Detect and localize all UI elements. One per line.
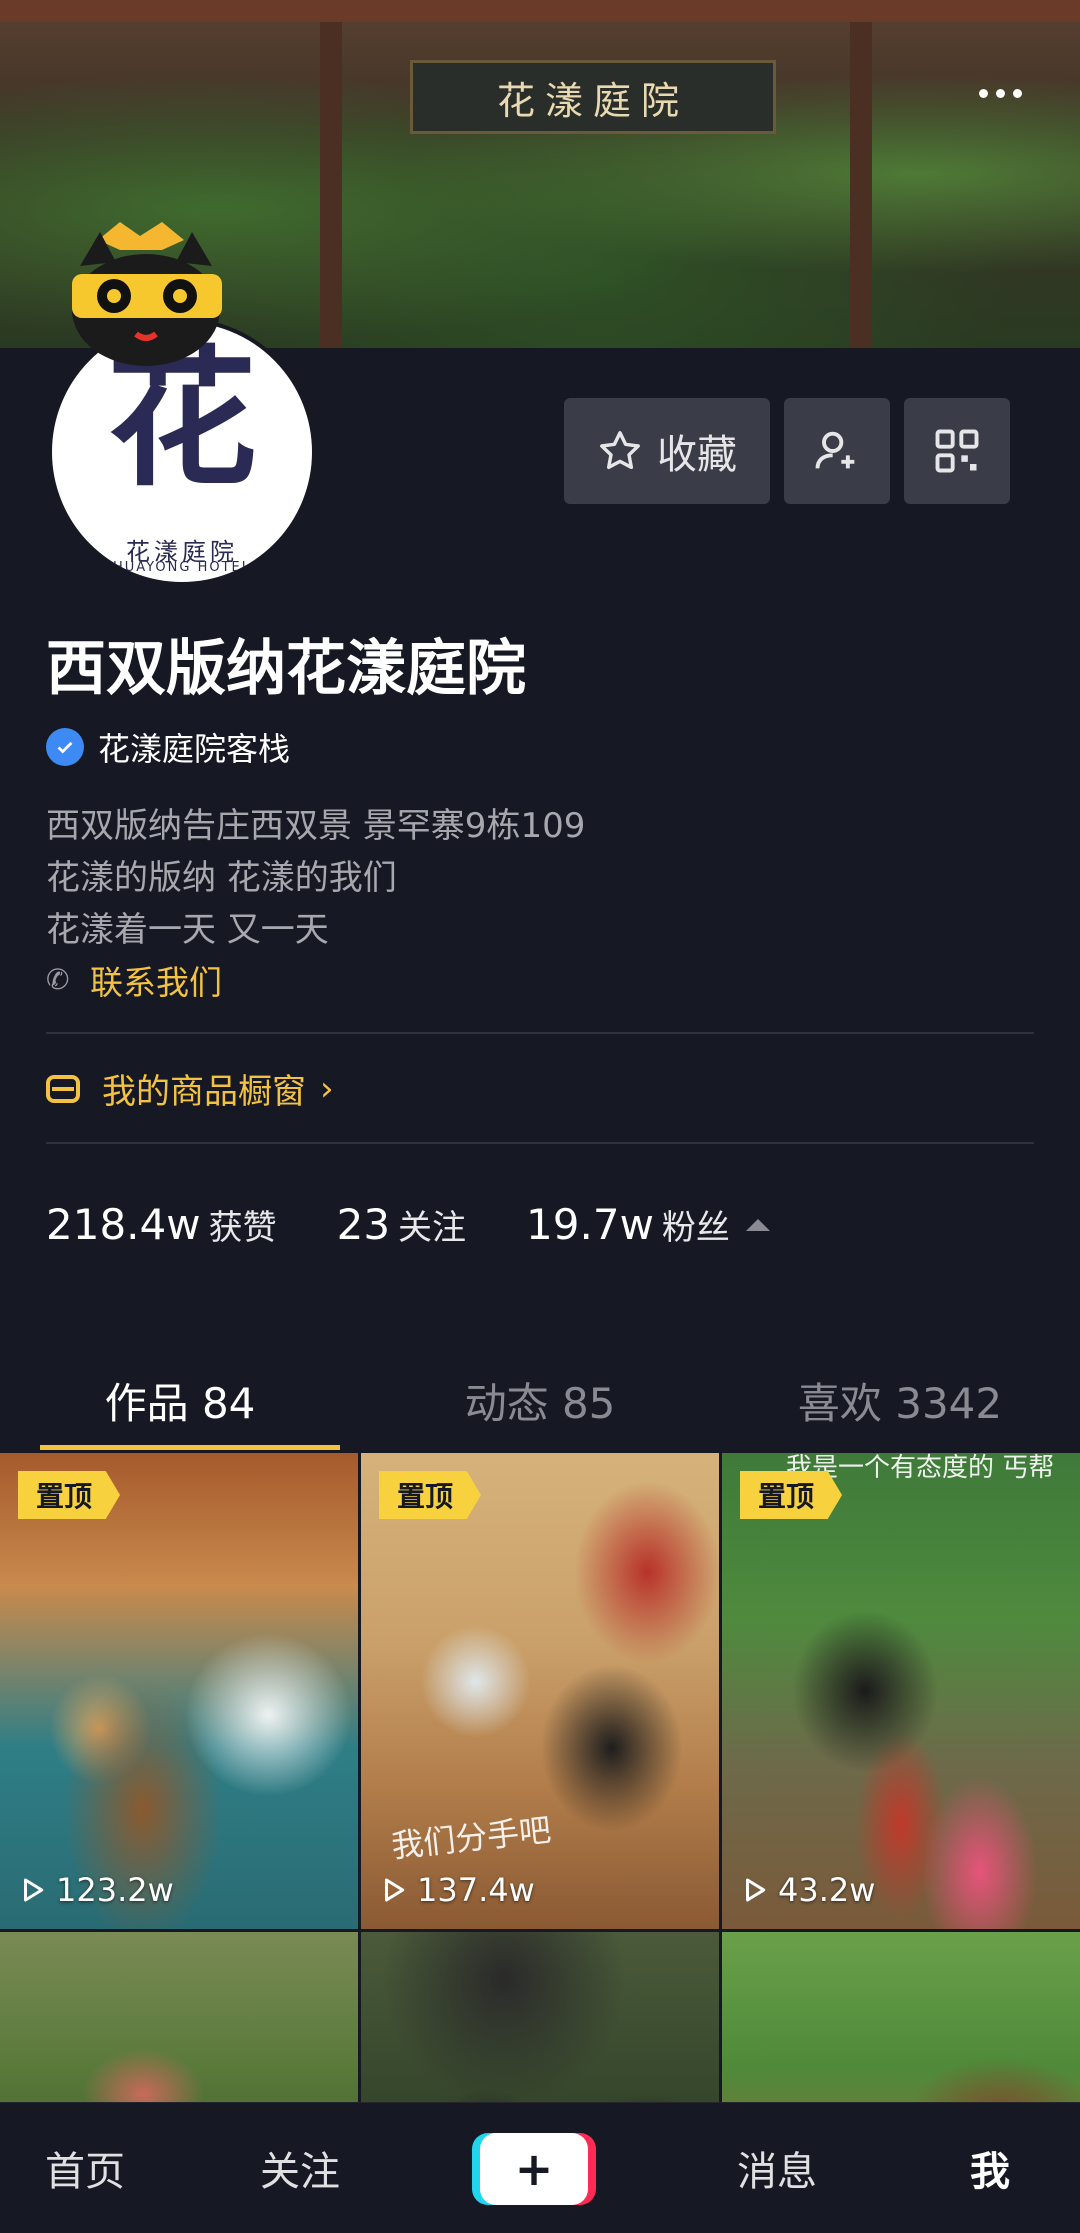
profile-stats: 218.4w 获赞 23 关注 19.7w 粉丝 — [46, 1200, 830, 1249]
contact-us-link[interactable]: ✆ 联系我们 — [46, 956, 222, 1004]
tab-works[interactable]: 作品 84 — [0, 1350, 360, 1450]
shop-icon — [46, 1074, 80, 1103]
nav-messages[interactable]: 消息 — [722, 2103, 832, 2233]
verified-label: 花漾庭院客栈 — [98, 730, 291, 768]
qr-code-button[interactable] — [904, 398, 1010, 504]
more-options-icon[interactable] — [970, 78, 1030, 108]
play-count-value: 123.2w — [56, 1871, 174, 1909]
cover-sign: 花漾庭院 — [410, 60, 776, 134]
pinned-badge: 置顶 — [379, 1471, 482, 1519]
content-tabs: 作品 84 动态 85 喜欢 3342 — [0, 1350, 1080, 1450]
cover-pillar — [320, 22, 342, 348]
tab-likes[interactable]: 喜欢 3342 — [720, 1350, 1080, 1450]
add-user-icon — [815, 431, 855, 469]
divider — [46, 1032, 1034, 1034]
plus-icon: + — [480, 2133, 588, 2205]
avatar-logo-subtext: HUAYONG HOTEL — [113, 560, 251, 575]
pinned-badge: 置顶 — [18, 1471, 121, 1519]
nav-home[interactable]: 首页 — [30, 2103, 140, 2233]
profile-bio: 西双版纳告庄西双景 景罕寨9栋109 花漾的版纳 花漾的我们 花漾着一天 又一天 — [46, 800, 585, 956]
qr-code-icon — [935, 429, 979, 473]
play-icon — [24, 1878, 44, 1902]
stat-following[interactable]: 23 关注 — [337, 1200, 466, 1249]
stat-number: 23 — [336, 1200, 391, 1249]
favorite-label: 收藏 — [657, 432, 737, 478]
stat-number: 218.4w — [46, 1200, 201, 1249]
verified-badge: 花漾庭院客栈 — [46, 724, 290, 770]
stat-followers[interactable]: 19.7w 粉丝 — [526, 1200, 770, 1249]
shop-label: 我的商品橱窗 — [102, 1072, 306, 1112]
bio-line: 花漾着一天 又一天 — [46, 910, 329, 950]
add-friend-button[interactable] — [784, 398, 890, 504]
video-image — [0, 1453, 358, 1929]
video-grid: 置顶 123.2w 置顶 我们分手吧 137.4w 我是一个有态度的 丐帮弟子 … — [0, 1453, 1080, 2202]
stat-likes: 218.4w 获赞 — [46, 1200, 277, 1249]
star-icon — [600, 431, 640, 470]
nav-following[interactable]: 关注 — [245, 2103, 355, 2233]
bottom-nav: 首页 关注 + 消息 我 — [0, 2102, 1080, 2233]
video-thumbnail[interactable]: 我是一个有态度的 丐帮弟子 置顶 43.2w — [722, 1453, 1080, 1929]
bio-line: 西双版纳告庄西双景 景罕寨9栋109 — [46, 806, 586, 846]
video-thumbnail[interactable]: 置顶 123.2w — [0, 1453, 358, 1929]
cover-pillar — [850, 22, 872, 348]
divider — [46, 1142, 1034, 1144]
bio-line: 花漾的版纳 花漾的我们 — [46, 858, 397, 898]
verified-check-icon — [46, 728, 84, 766]
play-count: 137.4w — [379, 1871, 535, 1909]
stat-label: 粉丝 — [661, 1208, 730, 1248]
create-button[interactable]: + — [472, 2133, 596, 2205]
play-count-value: 137.4w — [417, 1871, 535, 1909]
stat-label: 关注 — [398, 1208, 467, 1248]
play-count: 43.2w — [740, 1871, 875, 1909]
video-image — [722, 1453, 1080, 1929]
shop-window-link[interactable]: 我的商品橱窗 › — [46, 1064, 334, 1113]
play-count: 123.2w — [18, 1871, 174, 1909]
contact-label: 联系我们 — [90, 963, 222, 1002]
play-icon — [746, 1878, 766, 1902]
phone-icon: ✆ — [46, 963, 70, 996]
video-thumbnail[interactable]: 置顶 我们分手吧 137.4w — [361, 1453, 719, 1929]
chevron-right-icon: › — [320, 1068, 334, 1109]
caret-up-icon — [745, 1219, 770, 1231]
cat-mascot-icon — [72, 222, 222, 366]
pinned-badge: 置顶 — [740, 1471, 843, 1519]
tab-activity[interactable]: 动态 85 — [360, 1350, 720, 1450]
favorite-button[interactable]: 收藏 — [564, 398, 770, 504]
play-count-value: 43.2w — [778, 1871, 876, 1909]
stat-number: 19.7w — [526, 1200, 654, 1249]
nav-me[interactable]: 我 — [950, 2103, 1030, 2233]
profile-name: 西双版纳花漾庭院 — [46, 634, 526, 704]
stat-label: 获赞 — [208, 1208, 277, 1248]
play-icon — [385, 1878, 405, 1902]
cover-beam — [0, 0, 1080, 22]
